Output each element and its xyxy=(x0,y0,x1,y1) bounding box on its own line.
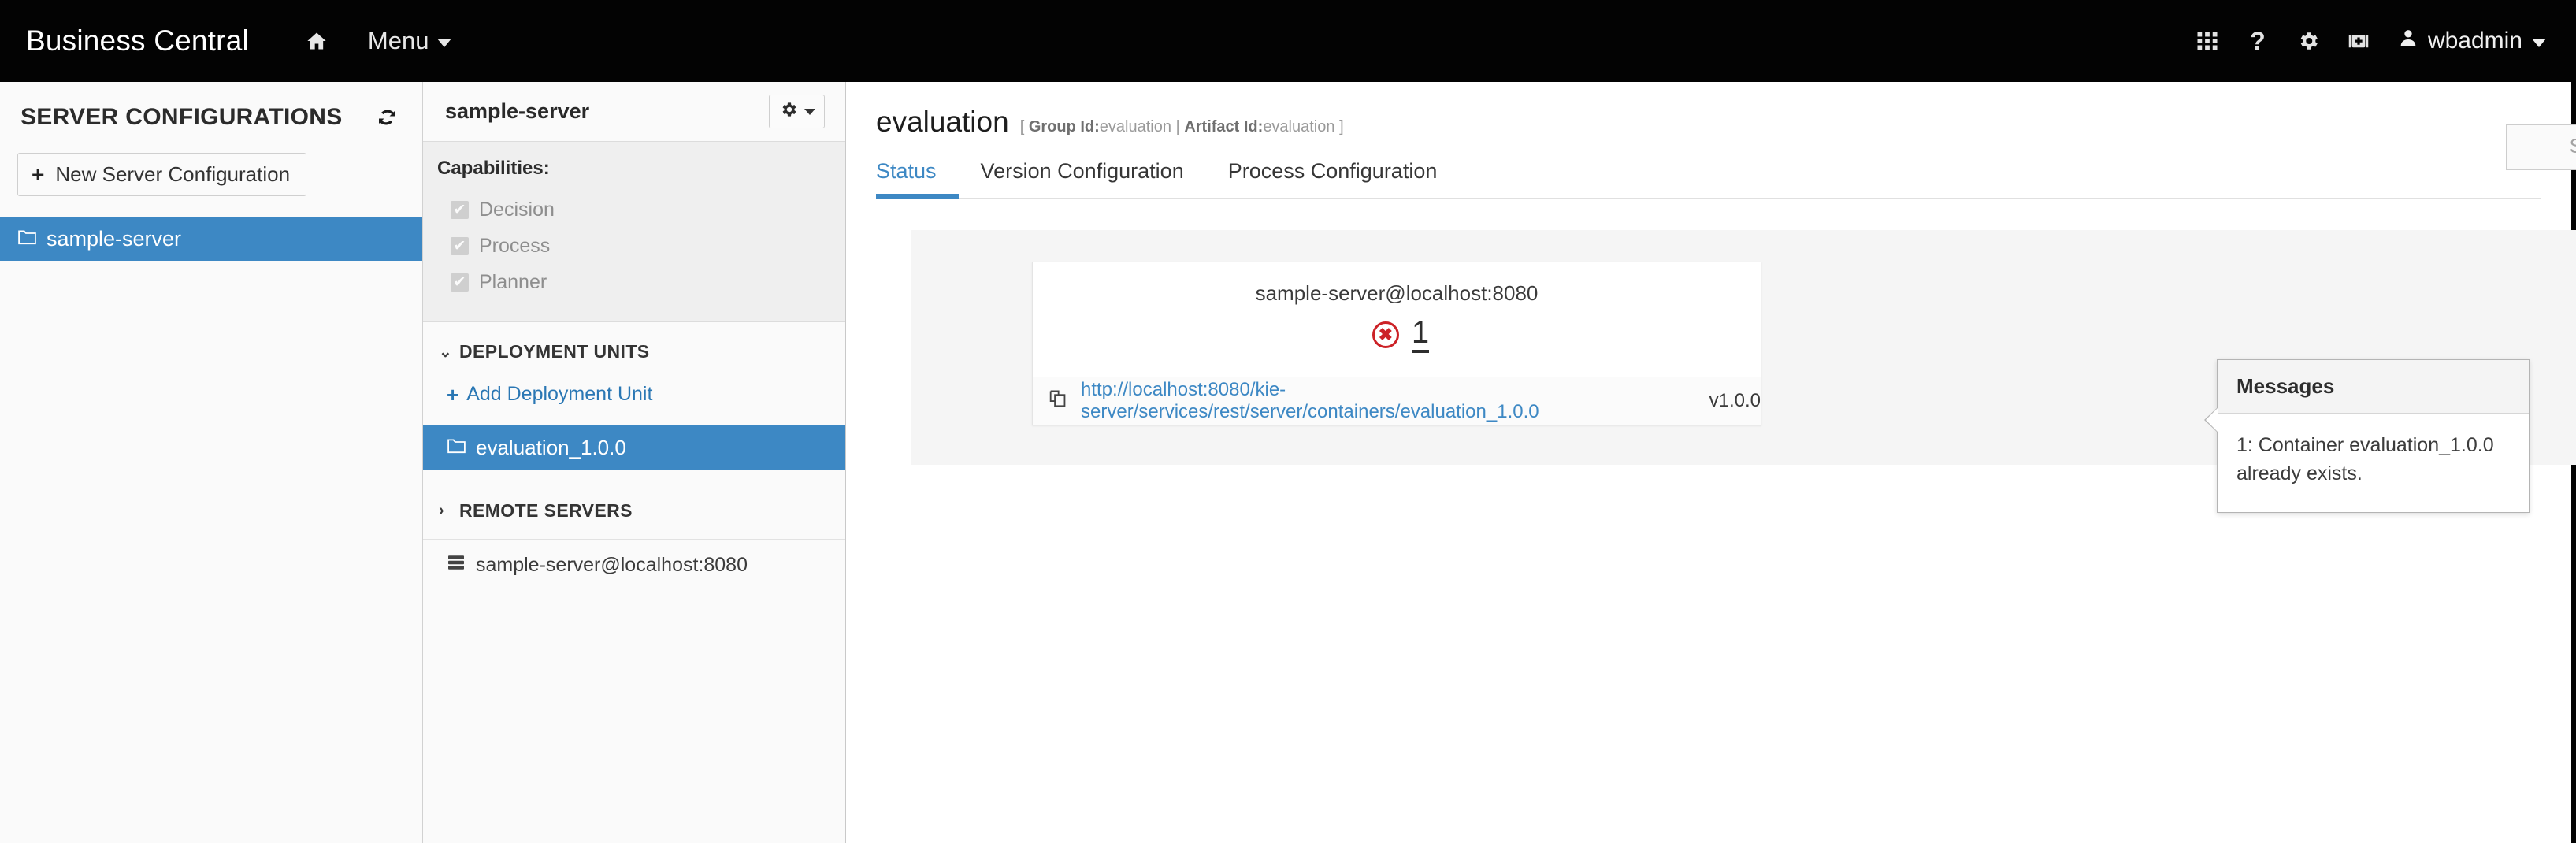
checkbox-checked-icon: ✔ xyxy=(451,273,469,292)
server-configurations-header: SERVER CONFIGURATIONS xyxy=(0,82,422,131)
refresh-icon[interactable] xyxy=(375,106,399,129)
container-header: evaluation [ Group Id:evaluation | Artif… xyxy=(846,82,2571,199)
sidebar-item-label: sample-server xyxy=(46,226,182,251)
new-server-configuration-label: New Server Configuration xyxy=(55,162,291,186)
gear-icon xyxy=(779,100,798,123)
container-status-card-footer: http://localhost:8080/kie-server/service… xyxy=(1033,377,1761,425)
gear-icon[interactable] xyxy=(2283,16,2333,66)
popover-arrow-inner xyxy=(2206,407,2218,433)
plus-icon: + xyxy=(32,162,45,187)
deployment-units-section-header[interactable]: ⌄ DEPLOYMENT UNITS xyxy=(423,322,845,362)
new-server-configuration-button[interactable]: + New Server Configuration xyxy=(17,153,307,196)
container-action-buttons: Start Stop Deactivate xyxy=(2506,124,2576,170)
container-status-card-body: sample-server@localhost:8080 ✖ 1 xyxy=(1033,262,1761,377)
menu-label: Menu xyxy=(367,27,429,54)
copy-icon[interactable] xyxy=(1048,388,1068,414)
container-meta: [ Group Id:evaluation | Artifact Id:eval… xyxy=(1020,118,1344,136)
folder-icon xyxy=(447,436,466,460)
error-circle-x-icon: ✖ xyxy=(1372,321,1399,348)
container-status-card: sample-server@localhost:8080 ✖ 1 http://… xyxy=(1032,262,1761,425)
capability-planner: ✔ Planner xyxy=(451,268,845,296)
user-avatar-icon xyxy=(2398,28,2418,54)
capability-label: Decision xyxy=(479,198,555,221)
user-name: wbadmin xyxy=(2427,28,2522,54)
deployment-unit-label: evaluation_1.0.0 xyxy=(476,435,626,459)
meta-bracket-open: [ xyxy=(1019,118,1025,136)
server-icon xyxy=(447,554,466,577)
capabilities-section: Capabilities: ✔ Decision ✔ Process ✔ Pla… xyxy=(423,142,845,322)
sidebar-item-sample-server[interactable]: sample-server xyxy=(0,217,422,261)
group-id-value: evaluation xyxy=(1099,118,1171,136)
error-count-link[interactable]: 1 xyxy=(1411,317,1430,353)
server-detail-panel: sample-server Capabilities: ✔ Decision ✔… xyxy=(423,82,846,843)
popover-message: 1: Container evaluation_1.0.0 already ex… xyxy=(2236,434,2494,485)
capability-label: Process xyxy=(479,234,551,257)
apps-grid-icon[interactable] xyxy=(2182,16,2233,66)
group-id-label: Group Id: xyxy=(1028,118,1100,136)
capability-label: Planner xyxy=(479,270,547,293)
card-error-status: ✖ 1 xyxy=(1364,317,1430,353)
server-configurations-panel: SERVER CONFIGURATIONS + New Server Confi… xyxy=(0,82,423,843)
messages-popover: Messages 1: Container evaluation_1.0.0 a… xyxy=(2204,359,2530,513)
server-name: sample-server xyxy=(445,99,590,123)
add-deployment-unit-label: Add Deployment Unit xyxy=(466,383,653,405)
remote-servers-section-header[interactable]: › REMOTE SERVERS xyxy=(423,470,845,522)
menu-dropdown[interactable]: Menu xyxy=(368,27,452,55)
add-deployment-unit-button[interactable]: + Add Deployment Unit xyxy=(423,362,845,425)
container-name: evaluation xyxy=(876,106,1009,138)
container-version: v1.0.0 xyxy=(1709,390,1761,411)
page-title: SERVER CONFIGURATIONS xyxy=(20,104,343,130)
capability-process: ✔ Process xyxy=(451,232,845,260)
user-menu[interactable]: wbadmin xyxy=(2384,28,2551,54)
container-tabs: Status Version Configuration Process Con… xyxy=(876,159,2541,199)
server-detail-header: sample-server xyxy=(423,82,845,142)
meta-bracket-close: ] xyxy=(1339,118,1344,136)
topnav-actions: ? wbadmin xyxy=(2182,16,2576,66)
capabilities-label: Capabilities: xyxy=(437,158,550,179)
new-server-configuration-wrap: + New Server Configuration xyxy=(0,131,422,196)
artifact-id-value: evaluation xyxy=(1263,118,1335,136)
start-button[interactable]: Start xyxy=(2506,124,2576,170)
medkit-icon[interactable] xyxy=(2333,16,2384,66)
popover-title: Messages xyxy=(2218,360,2529,414)
container-title-row: evaluation [ Group Id:evaluation | Artif… xyxy=(876,82,2571,139)
tab-version-configuration[interactable]: Version Configuration xyxy=(981,159,1206,198)
remote-server-label: sample-server@localhost:8080 xyxy=(476,554,748,576)
chevron-down-icon: ⌄ xyxy=(439,344,453,361)
help-question-icon[interactable]: ? xyxy=(2233,16,2283,66)
container-url-link[interactable]: http://localhost:8080/kie-server/service… xyxy=(1081,379,1689,423)
deployment-units-title: DEPLOYMENT UNITS xyxy=(459,341,650,362)
tab-status[interactable]: Status xyxy=(876,159,959,199)
chevron-down-icon xyxy=(437,38,452,47)
checkbox-checked-icon: ✔ xyxy=(451,236,469,255)
card-server-endpoint: sample-server@localhost:8080 xyxy=(1255,281,1539,305)
container-detail-main: evaluation [ Group Id:evaluation | Artif… xyxy=(846,82,2576,843)
app-brand: Business Central xyxy=(26,24,249,57)
app-shell: SERVER CONFIGURATIONS + New Server Confi… xyxy=(0,82,2576,843)
remote-servers-title: REMOTE SERVERS xyxy=(459,500,633,521)
capability-decision: ✔ Decision xyxy=(451,195,845,224)
checkbox-checked-icon: ✔ xyxy=(451,200,469,219)
remote-server-item[interactable]: sample-server@localhost:8080 xyxy=(423,540,845,577)
server-settings-dropdown-button[interactable] xyxy=(769,95,825,128)
meta-divider: | xyxy=(1175,118,1180,136)
chevron-down-icon xyxy=(2532,38,2546,47)
artifact-id-label: Artifact Id: xyxy=(1184,118,1264,136)
deployment-unit-item-evaluation[interactable]: evaluation_1.0.0 xyxy=(423,425,845,470)
chevron-right-icon: › xyxy=(439,502,445,519)
tab-process-configuration[interactable]: Process Configuration xyxy=(1228,159,1460,198)
folder-icon xyxy=(17,227,37,251)
chevron-down-icon xyxy=(804,108,815,115)
home-icon[interactable] xyxy=(301,25,332,57)
plus-icon: + xyxy=(447,382,459,407)
top-navbar: Business Central Menu ? wbadmin xyxy=(0,0,2576,82)
